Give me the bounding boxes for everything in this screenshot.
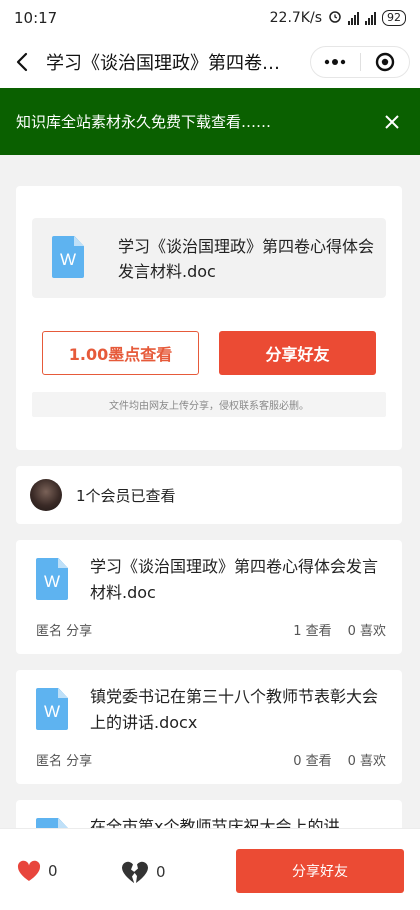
signal-icon-2 (365, 11, 376, 25)
more-dots-icon (325, 59, 346, 65)
list-item[interactable]: W 学习《谈治国理政》第四卷心得体会发言材料.doc 匿名 分享 1 查看 0 … (16, 540, 402, 654)
item-title: 学习《谈治国理政》第四卷心得体会发言材料.doc (90, 557, 379, 602)
bottom-action-bar: 0 0 分享好友 (0, 828, 420, 910)
copyright-notice: 文件均由网友上传分享，侵权联系客服必删。 (32, 392, 386, 417)
heart-icon (17, 860, 41, 881)
signal-icon (348, 11, 359, 25)
promo-banner[interactable]: 知识库全站素材永久免费下载查看…… (0, 88, 420, 155)
item-likes: 0 喜欢 (347, 624, 386, 639)
item-stats: 1 查看 0 喜欢 (293, 620, 386, 639)
file-card: W 学习《谈治国理政》第四卷心得体会发言材料.doc 1.00墨点查看 分享好友… (16, 186, 402, 450)
battery-indicator: 92 (382, 10, 406, 26)
word-doc-icon: W (36, 558, 68, 600)
item-stats: 0 查看 0 喜欢 (293, 750, 386, 769)
like-count: 0 (48, 862, 58, 880)
item-views: 0 查看 (293, 754, 332, 769)
avatar[interactable] (30, 479, 62, 511)
file-info-box[interactable]: W 学习《谈治国理政》第四卷心得体会发言材料.doc (32, 218, 386, 298)
list-item[interactable]: W 镇党委书记在第三十八个教师节表彰大会上的讲话.docx 匿名 分享 0 查看… (16, 670, 402, 784)
bottom-share-button[interactable]: 分享好友 (236, 849, 404, 893)
viewers-card: 1个会员已查看 (16, 466, 402, 524)
status-time: 10:17 (14, 9, 58, 27)
viewer-count-text: 1个会员已查看 (76, 486, 176, 505)
file-name: 学习《谈治国理政》第四卷心得体会发言材料.doc (118, 237, 375, 281)
more-button[interactable] (311, 47, 360, 77)
status-indicators: 22.7K/s 92 (270, 9, 406, 27)
banner-close-button[interactable] (380, 110, 404, 134)
item-likes: 0 喜欢 (347, 754, 386, 769)
item-uploader: 匿名 分享 (36, 754, 93, 769)
nav-bar: 学习《谈治国理政》第四卷… (0, 36, 420, 88)
share-friends-button[interactable]: 分享好友 (219, 331, 376, 375)
miniprogram-capsule (310, 46, 410, 78)
banner-text: 知识库全站素材永久免费下载查看…… (16, 113, 272, 131)
item-views: 1 查看 (293, 624, 332, 639)
page-title: 学习《谈治国理政》第四卷… (46, 53, 280, 74)
item-uploader: 匿名 分享 (36, 624, 93, 639)
like-button[interactable]: 0 (16, 859, 58, 883)
dislike-button[interactable]: 0 (120, 859, 166, 885)
close-miniprogram-button[interactable] (360, 47, 409, 77)
target-icon (375, 52, 394, 72)
word-doc-icon: W (52, 236, 84, 278)
chevron-left-icon (16, 52, 28, 72)
alarm-icon (328, 9, 342, 27)
dislike-count: 0 (156, 863, 166, 881)
broken-heart-icon (122, 861, 148, 883)
back-button[interactable] (0, 36, 44, 88)
item-title: 镇党委书记在第三十八个教师节表彰大会上的讲话.docx (90, 687, 379, 732)
network-speed: 22.7K/s (269, 10, 322, 26)
status-bar: 10:17 22.7K/s 92 (0, 0, 420, 36)
close-icon (385, 114, 399, 129)
view-with-points-button[interactable]: 1.00墨点查看 (42, 331, 199, 375)
word-doc-icon: W (36, 688, 68, 730)
